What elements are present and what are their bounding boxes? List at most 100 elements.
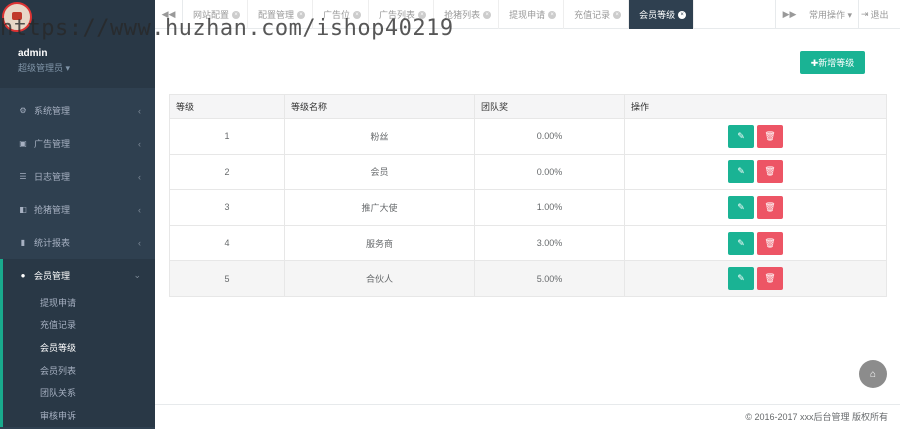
sidebar-item-label: 抢猪管理 [34,205,71,215]
table-row: 5 合伙人 5.00% ✎ 🗑 [169,260,887,297]
subitem-withdraw[interactable]: 提现申请 [3,291,155,314]
home-button[interactable]: ⌂ [859,360,887,388]
edit-button[interactable]: ✎ [728,124,754,148]
sidebar-item-stats[interactable]: ▮ 统计报表 ‹ [0,226,155,259]
level-cell: 5 [169,260,285,297]
footer: © 2016-2017 xxx后台管理 版权所有 [155,404,900,429]
close-icon[interactable]: × [297,10,306,19]
level-name-cell: 服务商 [284,224,475,262]
list-icon: ☰ [19,172,27,181]
tab-site-config[interactable]: 网站配置 × [183,0,249,29]
edit-button[interactable]: ✎ [728,231,754,255]
subitem-member-list[interactable]: 会员列表 [3,359,155,382]
tab-label: 网站配置 [193,10,230,20]
actions-cell: ✎ 🗑 [624,189,887,226]
subitem-recharge[interactable]: 充值记录 [3,314,155,337]
level-name-cell: 推广大使 [284,189,475,226]
close-icon[interactable]: × [483,10,492,19]
sidebar-item-ads[interactable]: ▣ 广告管理 ‹ [0,127,155,160]
subitem-member-level[interactable]: 会员等级 [3,336,155,359]
sidebar-item-grab[interactable]: ◧ 抢猪管理 ‹ [0,193,155,226]
level-name-cell: 合伙人 [284,260,475,297]
image-icon: ▣ [19,139,27,148]
tab-recharge[interactable]: 充值记录 × [564,0,630,29]
close-icon[interactable]: × [353,10,362,19]
tab-scroll-right-button[interactable]: ▶▶ [775,0,803,29]
admin-role-dropdown[interactable]: 超级管理员 ▾ [18,61,70,74]
trash-icon: 🗑 [764,273,776,284]
logout-label: 退出 [870,10,889,20]
pencil-icon: ✎ [737,166,745,177]
sidebar: admin 超级管理员 ▾ ⚙ 系统管理 ‹ ▣ 广告管理 ‹ ☰ 日志管理 ‹… [0,0,155,429]
table-header-row: 等级 等级名称 团队奖 操作 [169,94,887,119]
sidebar-item-label: 会员管理 [34,270,71,281]
admin-name: admin [18,48,48,59]
column-header[interactable]: 团队奖 [474,94,625,119]
team-bonus-cell: 1.00% [474,189,625,226]
chevron-down-icon: ⌄ [133,269,141,280]
team-bonus-cell: 0.00% [474,153,625,191]
sidebar-nav: ⚙ 系统管理 ‹ ▣ 广告管理 ‹ ☰ 日志管理 ‹ ◧ 抢猪管理 ‹ ▮ 统计… [0,94,155,427]
logout-button[interactable]: ⇥ 退出 [861,0,889,29]
level-cell: 2 [169,153,285,191]
gear-icon: ⚙ [19,106,27,115]
column-header[interactable]: 等级名称 [284,94,475,119]
tab-bar: ◀◀ 网站配置 × 配置管理 × 广告位 × 广告列表 × 抢猪列表 × 提现申请 × 充值… [155,0,900,29]
chevron-left-icon: ‹ [138,138,141,149]
tab-withdraw[interactable]: 提现申请 × [499,0,565,29]
chevron-left-icon: ‹ [138,237,141,248]
sidebar-item-label: 广告管理 [34,139,71,149]
actions-cell: ✎ 🗑 [624,118,887,155]
delete-button[interactable]: 🗑 [757,124,783,148]
user-icon: ● [20,270,26,280]
add-level-button[interactable]: ✚新增等级 [800,51,865,74]
tab-config-manage[interactable]: 配置管理 × [248,0,314,29]
tab-ad-list[interactable]: 广告列表 × [369,0,435,29]
sidebar-item-system[interactable]: ⚙ 系统管理 ‹ [0,94,155,127]
tab-scroll-left-button[interactable]: ◀◀ [155,0,183,29]
subitem-team[interactable]: 团队关系 [3,381,155,404]
sidebar-item-members[interactable]: ● 会员管理 ⌄ [0,259,155,291]
level-cell: 3 [169,189,285,226]
pencil-icon: ✎ [737,237,745,248]
avatar[interactable] [2,2,32,32]
level-name-cell: 粉丝 [284,118,475,155]
sidebar-item-label: 日志管理 [34,172,71,182]
delete-button[interactable]: 🗑 [757,195,783,219]
subitem-appeal[interactable]: 审核申诉 [3,404,155,427]
level-cell: 4 [169,224,285,262]
common-ops-dropdown[interactable]: 常用操作 ▾ [803,0,860,29]
tab-ad-slot[interactable]: 广告位 × [313,0,370,29]
delete-button[interactable]: 🗑 [757,267,783,291]
level-table: 等级 等级名称 团队奖 操作 1 粉丝 0.00% ✎ 🗑 2 会员 0.00% … [169,94,887,297]
chevron-left-icon: ‹ [138,171,141,182]
edit-button[interactable]: ✎ [728,267,754,291]
table-row: 2 会员 0.00% ✎ 🗑 [169,153,887,191]
close-icon[interactable]: × [613,10,622,19]
sidebar-item-logs[interactable]: ☰ 日志管理 ‹ [0,160,155,193]
close-icon[interactable]: × [678,10,687,19]
tab-label: 广告列表 [379,10,416,20]
column-header[interactable]: 等级 [169,94,285,119]
tab-list: 网站配置 × 配置管理 × 广告位 × 广告列表 × 抢猪列表 × 提现申请 × 充值记录 ×… [183,0,695,29]
close-icon[interactable]: × [418,10,427,19]
level-name-cell: 会员 [284,153,475,191]
delete-button[interactable]: 🗑 [757,160,783,184]
profile-panel: admin 超级管理员 ▾ [0,0,155,88]
close-icon[interactable]: × [548,10,557,19]
tab-label: 充值记录 [574,10,611,20]
edit-button[interactable]: ✎ [728,195,754,219]
tab-label: 会员等级 [639,10,676,20]
level-cell: 1 [169,118,285,155]
actions-cell: ✎ 🗑 [624,224,887,262]
edit-button[interactable]: ✎ [728,160,754,184]
team-bonus-cell: 0.00% [474,118,625,155]
chevron-left-icon: ‹ [138,105,141,116]
sign-out-icon: ⇥ [861,9,869,19]
close-icon[interactable]: × [232,10,241,19]
table-row: 3 推广大使 1.00% ✎ 🗑 [169,189,887,226]
tab-member-level[interactable]: 会员等级 × [629,0,695,29]
tab-grab-list[interactable]: 抢猪列表 × [434,0,500,29]
delete-button[interactable]: 🗑 [757,231,783,255]
column-header: 操作 [624,94,887,119]
